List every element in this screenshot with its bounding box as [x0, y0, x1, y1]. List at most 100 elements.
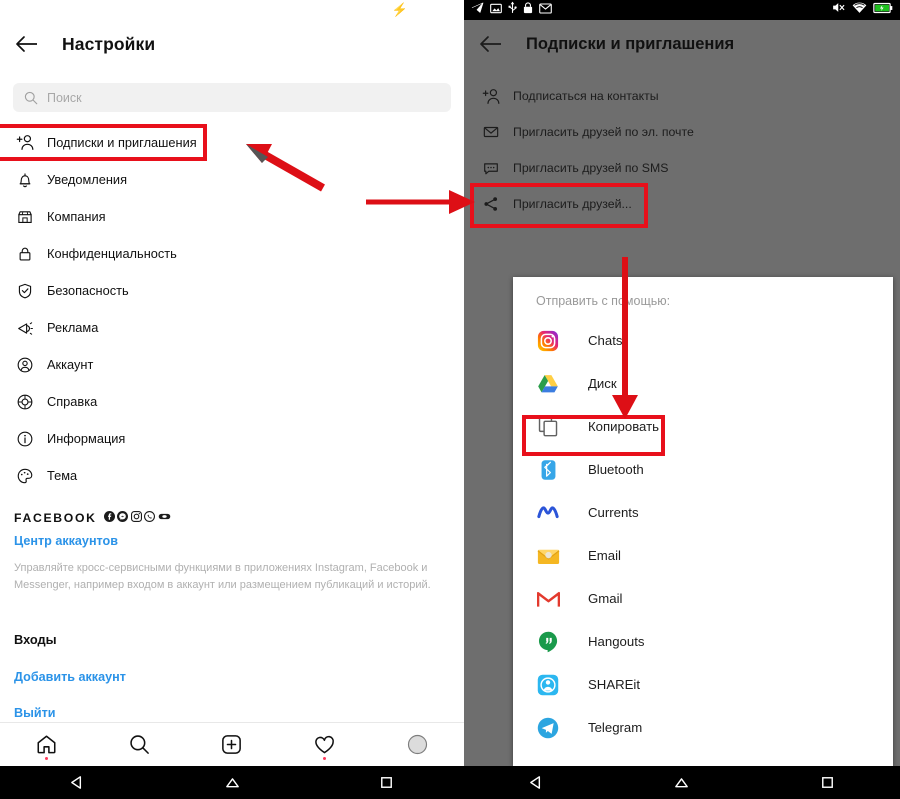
usb-icon	[508, 1, 517, 19]
facebook-brand-row: FACEBOOK	[14, 509, 450, 526]
sidebar-item-label: Уведомления	[47, 172, 128, 187]
megaphone-icon	[14, 317, 36, 339]
instagram-bottom-nav	[0, 722, 464, 766]
facebook-label: FACEBOOK	[14, 510, 97, 525]
sidebar-item-theme[interactable]: Тема	[0, 457, 464, 494]
accounts-center-link[interactable]: Центр аккаунтов	[14, 534, 450, 548]
sidebar-item-label: Информация	[47, 431, 126, 446]
sidebar-item-label: Тема	[47, 468, 78, 483]
account-circle-icon	[14, 354, 36, 376]
share-target-label: SHAREit	[588, 677, 641, 692]
back-arrow-icon[interactable]	[478, 31, 504, 57]
sidebar-item-label: Аккаунт	[47, 357, 94, 372]
info-circle-icon	[14, 428, 36, 450]
sidebar-item-account[interactable]: Аккаунт	[0, 346, 464, 383]
sidebar-item-ads[interactable]: Реклама	[0, 309, 464, 346]
share-target-email[interactable]: Email	[513, 534, 893, 577]
settings-menu-list: Подписки и приглашения Уведомления Компа…	[0, 124, 464, 494]
sidebar-item-label: Безопасность	[47, 283, 129, 298]
left-status-bar: ⚡	[0, 0, 464, 20]
share-sheet-dialog: Отправить с помощью: Chats Диск Копирова…	[513, 277, 893, 766]
page-title: Настройки	[62, 33, 156, 54]
menu-item-follow-contacts[interactable]: Подписаться на контакты	[464, 78, 900, 114]
wifi-icon	[852, 1, 867, 19]
instagram-icon	[536, 329, 560, 353]
lifebuoy-icon	[14, 391, 36, 413]
telegram-icon	[471, 1, 484, 19]
share-target-drive[interactable]: Диск	[513, 362, 893, 405]
nav-home[interactable]	[0, 723, 93, 767]
bluetooth-icon	[536, 458, 560, 482]
bell-icon	[14, 169, 36, 191]
battery-charging-icon	[873, 1, 893, 19]
share-target-telegram[interactable]: Telegram	[513, 706, 893, 749]
share-target-copy[interactable]: Копировать	[513, 405, 893, 448]
sidebar-item-company[interactable]: Компания	[0, 198, 464, 235]
whatsapp-icon	[144, 509, 156, 527]
envelope-icon	[480, 121, 502, 143]
share-target-label: Telegram	[588, 720, 643, 735]
share-target-bluetooth[interactable]: Bluetooth	[513, 448, 893, 491]
sidebar-item-label: Справка	[47, 394, 98, 409]
sidebar-item-label: Компания	[47, 209, 106, 224]
share-target-chats[interactable]: Chats	[513, 319, 893, 362]
palette-icon	[14, 465, 36, 487]
search-icon	[24, 91, 38, 105]
right-android-system-nav	[464, 766, 900, 799]
sidebar-item-notifications[interactable]: Уведомления	[0, 161, 464, 198]
screenshot-icon	[490, 1, 502, 19]
share-target-label: Bluetooth	[588, 462, 644, 477]
menu-item-label: Пригласить друзей по SMS	[513, 161, 669, 175]
nav-search[interactable]	[93, 723, 186, 767]
left-phone-screen: ⚡ Настройки Поиск Подписки и приглашения…	[0, 0, 464, 799]
android-home-icon[interactable]	[155, 774, 310, 791]
sidebar-item-subscriptions-invites[interactable]: Подписки и приглашения	[0, 124, 464, 161]
telegram-icon	[536, 716, 560, 740]
search-input[interactable]: Поиск	[13, 83, 451, 112]
android-home-icon[interactable]	[609, 774, 754, 791]
nav-create-post[interactable]	[186, 723, 279, 767]
nav-activity[interactable]	[278, 723, 371, 767]
android-recents-icon[interactable]	[755, 774, 900, 791]
page-title: Подписки и приглашения	[526, 34, 735, 53]
logins-heading: Входы	[14, 632, 57, 647]
right-phone-screen: Подписки и приглашения Подписаться на ко…	[464, 0, 900, 799]
lock-icon	[14, 243, 36, 265]
facebook-description: Управляйте кросс-сервисными функциями в …	[14, 562, 431, 591]
android-back-icon[interactable]	[464, 774, 609, 791]
screenshot-root: ⚡ Настройки Поиск Подписки и приглашения…	[0, 0, 900, 799]
nav-profile-avatar[interactable]	[371, 723, 464, 767]
share-target-shareit[interactable]: SHAREit	[513, 663, 893, 706]
share-target-label: Диск	[588, 376, 617, 391]
sidebar-item-privacy[interactable]: Конфиденциальность	[0, 235, 464, 272]
add-account-link[interactable]: Добавить аккаунт	[14, 670, 126, 684]
portal-icon	[158, 509, 171, 527]
facebook-icon	[103, 509, 115, 527]
android-back-icon[interactable]	[0, 774, 155, 791]
sms-bubble-icon	[480, 157, 502, 179]
right-status-bar	[464, 0, 900, 20]
sidebar-item-help[interactable]: Справка	[0, 383, 464, 420]
share-nodes-icon	[480, 193, 502, 215]
sidebar-item-information[interactable]: Информация	[0, 420, 464, 457]
left-android-system-nav	[0, 766, 464, 799]
menu-item-invite-email[interactable]: Пригласить друзей по эл. почте	[464, 114, 900, 150]
sidebar-item-label: Реклама	[47, 320, 99, 335]
menu-item-label: Подписаться на контакты	[513, 89, 659, 103]
menu-item-label: Пригласить друзей по эл. почте	[513, 125, 694, 139]
shield-check-icon	[14, 280, 36, 302]
share-target-hangouts[interactable]: Hangouts	[513, 620, 893, 663]
invites-header: Подписки и приглашения	[464, 20, 900, 68]
menu-item-invite-friends-share[interactable]: Пригласить друзей...	[464, 186, 900, 222]
add-person-icon	[14, 132, 36, 154]
nav-home-badge	[44, 756, 48, 760]
share-target-gmail[interactable]: Gmail	[513, 577, 893, 620]
share-target-currents[interactable]: Currents	[513, 491, 893, 534]
back-arrow-icon[interactable]	[14, 31, 40, 57]
menu-item-invite-sms[interactable]: Пригласить друзей по SMS	[464, 150, 900, 186]
instagram-icon	[130, 509, 142, 527]
brand-icons-row	[103, 509, 171, 527]
android-recents-icon[interactable]	[309, 774, 464, 791]
sidebar-item-security[interactable]: Безопасность	[0, 272, 464, 309]
logout-link[interactable]: Выйти	[14, 706, 56, 720]
